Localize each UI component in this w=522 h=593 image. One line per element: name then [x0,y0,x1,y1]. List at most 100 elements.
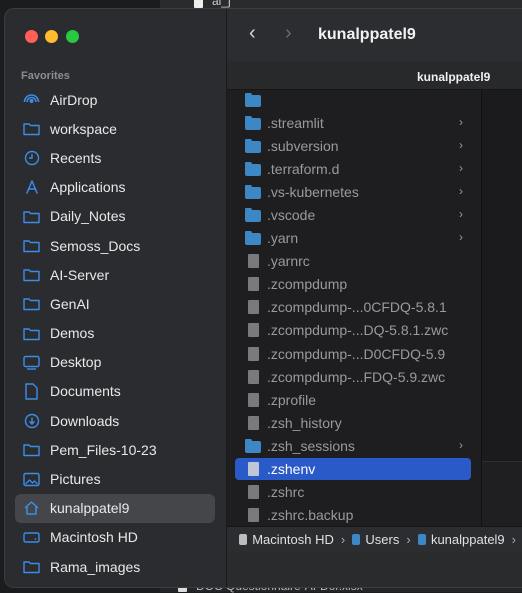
folder-icon [352,534,361,545]
sidebar-item-label: Daily_Notes [50,208,126,225]
file-icon [245,323,261,338]
sidebar-item-recents[interactable]: Recents [15,143,215,172]
file-name: .zshrc [267,483,305,500]
folder-icon [245,92,261,107]
file-row[interactable]: .zcompdump [235,273,471,295]
file-row[interactable]: .zshenv [235,457,471,480]
tab-kunalppatel9[interactable]: kunalppatel9 [417,70,490,84]
sidebar-item-label: Rama_images [50,558,141,575]
status-bar [227,552,522,587]
sidebar-item-label: AI-Server [50,266,110,283]
back-button[interactable]: ‹ [249,23,256,43]
file-row[interactable]: .zsh_history [235,412,471,434]
file-row[interactable]: .zcompdump-...FDQ-5.9.zwc [235,366,471,388]
sidebar-item-label: Semoss_Docs [50,237,141,254]
folder-icon [23,266,40,283]
sidebar-item-pictures[interactable]: Pictures [15,464,215,493]
main-pane: ‹ › kunalppatel9 kunalppatel9 .streamlit… [227,9,522,587]
sidebar-item-airdrop[interactable]: AirDrop [15,85,215,114]
finder-window: Favorites AirDrop workspace Recents Applica… [4,8,522,588]
file-name: .zshenv [267,460,316,477]
sidebar-item-label: Desktop [50,354,102,371]
sidebar-item-label: Pem_Files-10-23 [50,441,157,458]
path-bar: Macintosh HD › Users › kunalppatel9 › [227,526,522,552]
chevron-right-icon: › [406,532,411,547]
sidebar-item-macintosh-hd[interactable]: Macintosh HD [15,523,215,552]
file-row[interactable]: .zprofile [235,389,471,411]
file-row-partial[interactable] [235,90,471,111]
file-name: .terraform.d [267,161,340,178]
file-row[interactable]: .zcompdump-...D0CFDQ-5.9 [235,343,471,365]
tab-bar: kunalppatel9 [227,61,522,90]
sidebar-item-label: Documents [50,383,121,400]
chevron-right-icon: › [459,230,463,245]
folder-icon [23,295,40,312]
minimize-button[interactable] [45,30,58,43]
background-doc-name: ai_j [212,0,231,8]
path-item-users[interactable]: Users [365,532,399,547]
file-name: .zsh_sessions [267,437,355,454]
file-row[interactable]: .vs-kubernetes › [235,181,471,203]
file-row[interactable]: .yarnrc [235,250,471,272]
applications-icon [23,179,40,196]
sidebar-item-genai[interactable]: GenAI [15,289,215,318]
file-row[interactable]: .terraform.d › [235,158,471,180]
folder-icon [23,558,40,575]
sidebar-item-desktop[interactable]: Desktop [15,348,215,377]
file-row[interactable]: .zsh_sessions › [235,435,471,457]
sidebar-item-ai-server[interactable]: AI-Server [15,260,215,289]
home-icon [23,500,40,517]
drive-icon [23,529,40,546]
sidebar-item-downloads[interactable]: Downloads [15,406,215,435]
sidebar-item-label: GenAI [50,295,90,312]
sidebar-item-demos[interactable]: Demos [15,319,215,348]
file-icon [245,461,261,476]
chevron-right-icon: › [511,532,517,547]
chevron-right-icon: › [459,184,463,199]
path-item-kunalppatel9[interactable]: kunalppatel9 [431,532,505,547]
file-row[interactable]: .zcompdump-...0CFDQ-5.8.1 [235,296,471,318]
file-name: .zcompdump-...D0CFDQ-5.9 [267,345,446,362]
file-row[interactable]: .streamlit › [235,112,471,134]
sidebar-item-daily-notes[interactable]: Daily_Notes [15,202,215,231]
sidebar-item-label: Recents [50,149,102,166]
sidebar-list: AirDrop workspace Recents Applications Daily… [15,85,215,581]
file-row[interactable]: .yarn › [235,227,471,249]
folder-icon [23,441,40,458]
sidebar-item-kunalppatel9[interactable]: kunalppatel9 [15,493,215,523]
file-name: .yarn [267,230,299,247]
folder-icon [23,208,40,225]
file-icon [245,277,261,292]
close-button[interactable] [25,30,38,43]
sidebar-item-label: Pictures [50,471,101,488]
file-name: .yarnrc [267,253,310,270]
file-icon [245,254,261,269]
file-icon [245,507,261,522]
sidebar-item-label: workspace [50,120,117,137]
sidebar-item-label: Applications [50,179,126,196]
forward-button[interactable]: › [285,23,292,43]
file-row[interactable]: .vscode › [235,204,471,226]
file-row[interactable]: .subversion › [235,135,471,157]
file-name: .subversion [267,138,339,155]
file-name: .streamlit [267,115,324,131]
sidebar-item-label: kunalppatel9 [50,500,130,517]
sidebar-item-rama-images[interactable]: Rama_images [15,552,215,581]
file-row[interactable]: .zcompdump-...DQ-5.8.1.zwc [235,319,471,341]
file-row[interactable]: .zshrc [235,481,471,503]
chevron-right-icon: › [459,207,463,222]
sidebar-item-semoss-docs[interactable]: Semoss_Docs [15,231,215,260]
zoom-button[interactable] [66,30,79,43]
file-row[interactable]: .zshrc.backup [235,504,471,526]
path-item-macintosh-hd[interactable]: Macintosh HD [252,532,334,547]
sidebar-item-pem-files-10-23[interactable]: Pem_Files-10-23 [15,435,215,464]
chevron-right-icon: › [459,161,463,176]
sidebar-item-applications[interactable]: Applications [15,173,215,202]
file-icon [245,392,261,407]
file-name: .zsh_history [267,414,342,431]
sidebar-item-documents[interactable]: Documents [15,377,215,406]
toolbar: ‹ › kunalppatel9 [227,9,522,61]
desktop-icon [23,354,40,371]
window-title: kunalppatel9 [318,26,416,43]
sidebar-item-workspace[interactable]: workspace [15,114,215,143]
